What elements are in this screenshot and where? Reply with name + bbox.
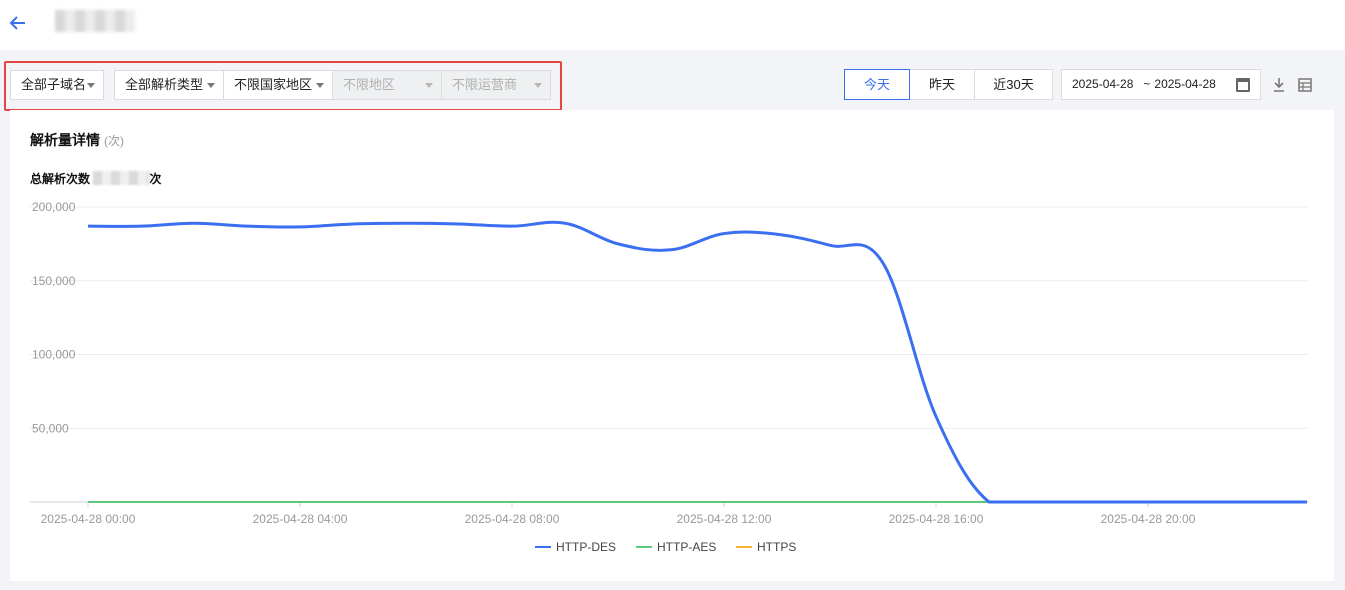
- x-tick-label: 2025-04-28 16:00: [889, 512, 984, 526]
- country-select[interactable]: 不限国家地区: [223, 70, 333, 100]
- top-bar: [0, 0, 1345, 50]
- chevron-down-icon: [87, 83, 95, 88]
- record-type-select-label: 全部解析类型: [125, 77, 204, 92]
- series-line-http-des: [87, 220, 1307, 504]
- download-icon[interactable]: [1272, 77, 1286, 93]
- date-separator: ~: [1143, 77, 1151, 91]
- tab-last-30-days[interactable]: 近30天: [974, 69, 1053, 100]
- subdomain-select-label: 全部子域名: [21, 77, 87, 92]
- chevron-down-icon: [207, 83, 215, 88]
- resolution-line-chart: 50,000 100,000 150,000 200,000 2025-04-28 0…: [30, 200, 1308, 554]
- arrow-left-icon[interactable]: [8, 13, 28, 33]
- country-select-label: 不限国家地区: [234, 77, 313, 92]
- record-type-select[interactable]: 全部解析类型: [114, 70, 224, 100]
- x-tick-label: 2025-04-28 08:00: [465, 512, 560, 526]
- chevron-down-icon: [425, 83, 433, 88]
- tab-yesterday[interactable]: 昨天: [909, 69, 975, 100]
- y-tick-label: 150,000: [32, 274, 76, 288]
- legend-item-http-des[interactable]: HTTP-DES: [556, 540, 616, 554]
- isp-select: 不限运营商: [441, 70, 551, 100]
- resolution-detail-card: 解析量详情 (次) 总解析次数 次 50,000 100,000 150,000 200…: [10, 110, 1334, 581]
- calendar-icon: [1236, 78, 1250, 92]
- legend-item-http-aes[interactable]: HTTP-AES: [657, 540, 716, 554]
- chevron-down-icon: [316, 83, 324, 88]
- region-select: 不限地区: [332, 70, 442, 100]
- page-title-redacted: [55, 10, 135, 32]
- y-tick-label: 50,000: [32, 421, 69, 435]
- chevron-down-icon: [534, 83, 542, 88]
- x-tick-label: 2025-04-28 12:00: [677, 512, 772, 526]
- table-view-icon[interactable]: [1298, 77, 1312, 93]
- date-range-picker[interactable]: 2025-04-28 ~2025-04-28: [1061, 69, 1261, 100]
- x-tick-label: 2025-04-28 20:00: [1101, 512, 1196, 526]
- subdomain-select[interactable]: 全部子域名: [10, 70, 104, 100]
- x-tick-label: 2025-04-28 04:00: [253, 512, 348, 526]
- tab-today[interactable]: 今天: [844, 69, 910, 100]
- x-tick-label: 2025-04-28 00:00: [41, 512, 136, 526]
- y-tick-label: 200,000: [32, 200, 76, 214]
- y-tick-label: 100,000: [32, 348, 76, 362]
- date-end: 2025-04-28: [1154, 77, 1216, 91]
- isp-select-label: 不限运营商: [452, 77, 518, 92]
- legend-item-https[interactable]: HTTPS: [757, 540, 796, 554]
- region-select-label: 不限地区: [343, 77, 396, 92]
- date-start: 2025-04-28: [1072, 77, 1134, 91]
